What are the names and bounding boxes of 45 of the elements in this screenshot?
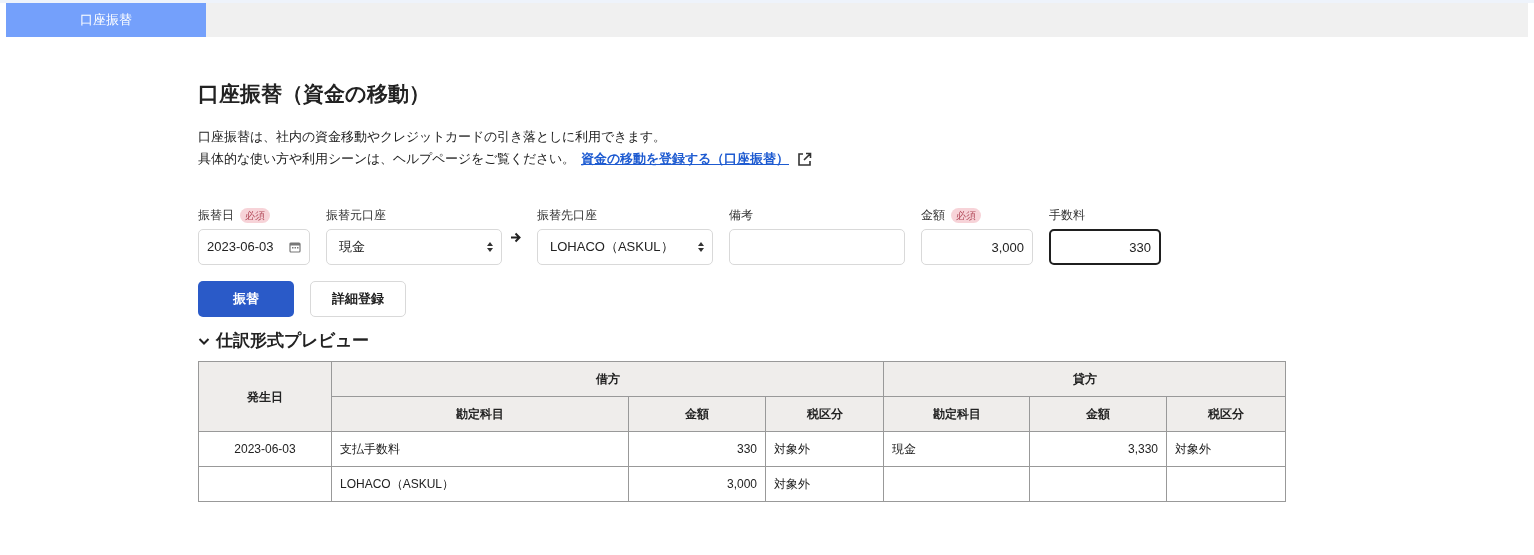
input-field[interactable]: 330	[1049, 229, 1161, 265]
column-header: 発生日	[198, 361, 332, 432]
sort-caret-icon	[487, 242, 493, 252]
field-label: 振替元口座	[326, 207, 386, 224]
account-select[interactable]: 現金	[326, 229, 502, 265]
help-link[interactable]: 資金の移動を登録する（口座振替）	[581, 148, 789, 170]
column-header: 税区分	[765, 396, 884, 432]
right-arrow-icon	[510, 232, 521, 243]
required-badge: 必須	[951, 207, 981, 223]
column-header: 金額	[628, 396, 766, 432]
field-label: 振替日	[198, 207, 234, 224]
detail-button[interactable]: 詳細登録	[310, 281, 406, 317]
table-cell: LOHACO（ASKUL）	[331, 466, 629, 502]
field-label: 振替先口座	[537, 207, 597, 224]
sort-caret-icon	[698, 242, 704, 252]
table-cell: 330	[628, 431, 766, 467]
field-label: 手数料	[1049, 207, 1085, 224]
table-cell: 対象外	[765, 431, 884, 467]
date-field[interactable]: 2023-06-03	[198, 229, 310, 265]
page-title: 口座振替（資金の移動）	[198, 81, 431, 107]
table-cell: 2023-06-03	[198, 431, 332, 467]
column-header: 税区分	[1166, 396, 1286, 432]
input-field[interactable]: 3,000	[921, 229, 1033, 265]
column-header: 勘定科目	[883, 396, 1030, 432]
description-text: 具体的な使い方や利用シーンは、ヘルプページをご覧ください。	[198, 150, 575, 168]
table-cell: 現金	[883, 431, 1030, 467]
column-header: 貸方	[883, 361, 1286, 397]
account-select[interactable]: LOHACO（ASKUL）	[537, 229, 713, 265]
calendar-icon	[289, 241, 301, 253]
transfer-button[interactable]: 振替	[198, 281, 294, 317]
table-cell: 3,330	[1029, 431, 1167, 467]
column-header: 勘定科目	[331, 396, 629, 432]
input-field[interactable]	[729, 229, 905, 265]
field-label: 備考	[729, 207, 753, 224]
column-header: 借方	[331, 361, 884, 397]
table-cell: 対象外	[765, 466, 884, 502]
external-link-icon	[797, 151, 812, 167]
table-cell: 対象外	[1166, 431, 1286, 467]
description-text: 口座振替は、社内の資金移動やクレジットカードの引き落としに利用できます。	[198, 128, 667, 146]
column-header: 金額	[1029, 396, 1167, 432]
required-badge: 必須	[240, 207, 270, 223]
preview-toggle[interactable]: 仕訳形式プレビュー	[198, 327, 369, 355]
table-cell: 3,000	[628, 466, 766, 502]
table-cell: 支払手数料	[331, 431, 629, 467]
field-label: 金額	[921, 207, 945, 224]
